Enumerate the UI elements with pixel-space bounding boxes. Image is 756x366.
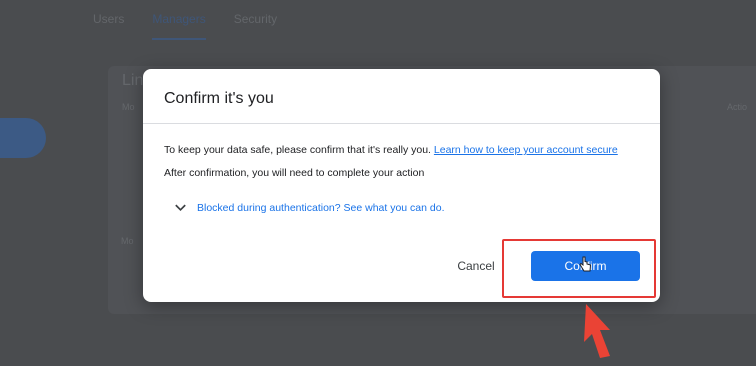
dialog-message: To keep your data safe, please confirm t… <box>164 144 618 156</box>
background-row-label: Mo <box>121 236 134 246</box>
learn-more-link[interactable]: Learn how to keep your account secure <box>434 144 618 156</box>
dialog-secondary-message: After confirmation, you will need to com… <box>164 167 425 179</box>
tab-users[interactable]: Users <box>93 12 124 40</box>
blocked-help-expander[interactable]: Blocked during authentication? See what … <box>173 200 445 215</box>
cancel-button[interactable]: Cancel <box>448 255 504 277</box>
background-column-header: Mo <box>122 102 135 112</box>
red-arrow-icon <box>584 304 610 358</box>
background-column-actions: Actio <box>727 102 748 112</box>
expander-label: Blocked during authentication? See what … <box>197 201 445 214</box>
background-tabs: Users Managers Security <box>93 12 277 40</box>
dialog-title: Confirm it's you <box>164 90 274 107</box>
dialog-divider <box>143 123 660 124</box>
background-sidebar-button[interactable] <box>0 118 46 158</box>
hand-cursor-icon <box>579 256 592 272</box>
background-card-title: Lin <box>122 72 144 89</box>
tab-security[interactable]: Security <box>234 12 277 40</box>
dialog-message-text: To keep your data safe, please confirm t… <box>164 144 431 156</box>
chevron-down-icon <box>175 204 186 212</box>
tab-managers[interactable]: Managers <box>152 12 206 40</box>
